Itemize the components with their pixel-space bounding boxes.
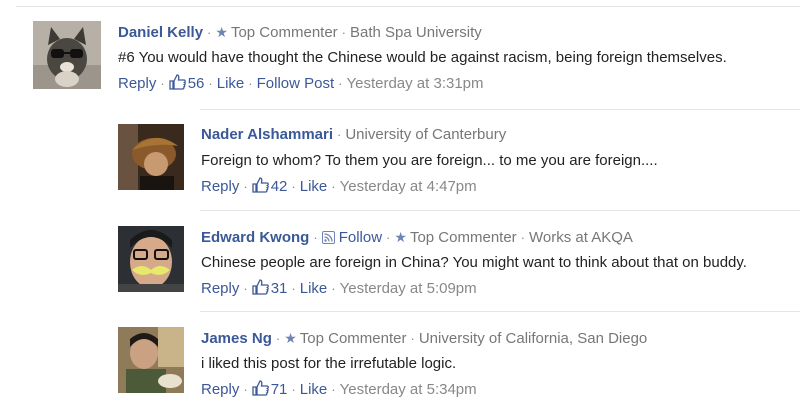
separator-dot: · bbox=[291, 281, 296, 296]
separator-dot: · bbox=[313, 230, 318, 245]
avatar[interactable] bbox=[118, 124, 184, 190]
thumbs-up-icon bbox=[169, 74, 186, 98]
like-link[interactable]: Like bbox=[300, 381, 328, 398]
affiliation[interactable]: University of California, San Diego bbox=[419, 330, 647, 347]
commenter-name[interactable]: Daniel Kelly bbox=[118, 24, 203, 41]
top-divider bbox=[16, 6, 800, 7]
rss-icon bbox=[321, 229, 335, 251]
comment-actions: Reply · 56 · Like · Follow Post · Yesterday at 3… bbox=[118, 72, 798, 96]
affiliation[interactable]: Works at AKQA bbox=[529, 229, 633, 246]
separator-dot: · bbox=[208, 76, 213, 91]
commenter-name[interactable]: Edward Kwong bbox=[201, 229, 309, 246]
commenter-name[interactable]: James Ng bbox=[201, 330, 272, 347]
separator-dot: · bbox=[275, 331, 281, 346]
separator-dot: · bbox=[291, 179, 296, 194]
separator-dot: · bbox=[160, 76, 165, 91]
like-count[interactable]: 71 bbox=[271, 381, 288, 398]
reply-link[interactable]: Reply bbox=[201, 178, 239, 195]
separator-dot: · bbox=[410, 331, 415, 346]
separator-dot: · bbox=[337, 127, 342, 142]
like-link[interactable]: Like bbox=[300, 178, 328, 195]
separator-dot: · bbox=[243, 179, 248, 194]
separator-dot: · bbox=[341, 25, 347, 40]
reply-link[interactable]: Reply bbox=[201, 381, 239, 398]
separator-dot: · bbox=[331, 281, 336, 296]
separator-dot: · bbox=[331, 382, 336, 397]
timestamp[interactable]: Yesterday at 4:47pm bbox=[340, 178, 477, 195]
timestamp[interactable]: Yesterday at 3:31pm bbox=[346, 75, 483, 92]
like-count[interactable]: 31 bbox=[271, 280, 288, 297]
separator-dot: · bbox=[331, 179, 336, 194]
comment-text: Chinese people are foreign in China? You… bbox=[201, 254, 747, 271]
star-icon: ★ bbox=[215, 24, 228, 40]
comment-daniel-kelly: Daniel Kelly · ★ Top Commenter · Bath Spa Uni… bbox=[33, 21, 800, 101]
divider bbox=[200, 109, 800, 110]
comment-edward-kwong: Edward Kwong · Follow · ★ Top Commenter · Works… bbox=[118, 226, 800, 301]
timestamp[interactable]: Yesterday at 5:34pm bbox=[340, 381, 477, 398]
follow-link[interactable]: Follow bbox=[339, 229, 382, 246]
divider bbox=[200, 311, 800, 312]
timestamp[interactable]: Yesterday at 5:09pm bbox=[340, 280, 477, 297]
separator-dot: · bbox=[386, 230, 391, 245]
comment-james-ng: James Ng · ★ Top Commenter · University of Ca… bbox=[118, 327, 800, 407]
avatar[interactable] bbox=[118, 226, 184, 292]
separator-dot: · bbox=[207, 25, 212, 40]
comment-actions: Reply · 42 · Like · Yesterday at 4:47pm bbox=[201, 175, 791, 199]
commenter-name[interactable]: Nader Alshammari bbox=[201, 126, 333, 143]
separator-dot: · bbox=[291, 382, 296, 397]
comment-header: James Ng · ★ Top Commenter · University of Ca… bbox=[201, 327, 791, 349]
comment-nader-alshammari: Nader Alshammari · University of Canterbur… bbox=[118, 124, 800, 199]
avatar[interactable] bbox=[118, 327, 184, 393]
top-commenter-badge: Top Commenter bbox=[230, 24, 338, 41]
comment-text: i liked this post for the irrefutable lo… bbox=[201, 355, 457, 372]
like-link[interactable]: Like bbox=[217, 75, 245, 92]
avatar[interactable] bbox=[33, 21, 101, 89]
comment-header: Nader Alshammari · University of Canterbur… bbox=[201, 124, 791, 146]
top-commenter-badge: Top Commenter bbox=[409, 229, 517, 246]
affiliation[interactable]: Bath Spa University bbox=[350, 24, 482, 41]
affiliation[interactable]: University of Canterbury bbox=[345, 126, 506, 143]
follow-post-link[interactable]: Follow Post bbox=[257, 75, 335, 92]
star-icon: ★ bbox=[394, 229, 407, 245]
star-icon: ★ bbox=[284, 330, 297, 346]
thumbs-up-icon bbox=[252, 380, 269, 404]
comment-actions: Reply · 71 · Like · Yesterday at 5:34pm bbox=[201, 378, 791, 402]
reply-link[interactable]: Reply bbox=[201, 280, 239, 297]
thumbs-up-icon bbox=[252, 279, 269, 303]
like-count[interactable]: 56 bbox=[188, 75, 205, 92]
separator-dot: · bbox=[248, 76, 253, 91]
comment-text: #6 You would have thought the Chinese wo… bbox=[118, 49, 727, 66]
separator-dot: · bbox=[243, 382, 248, 397]
comment-header: Daniel Kelly · ★ Top Commenter · Bath Spa Uni… bbox=[118, 21, 798, 43]
thumbs-up-icon bbox=[252, 177, 269, 201]
reply-link[interactable]: Reply bbox=[118, 75, 156, 92]
separator-dot: · bbox=[338, 76, 343, 91]
comment-text: Foreign to whom? To them you are foreign… bbox=[201, 152, 658, 169]
top-commenter-badge: Top Commenter bbox=[299, 330, 407, 347]
comment-actions: Reply · 31 · Like · Yesterday at 5:09pm bbox=[201, 277, 791, 301]
like-link[interactable]: Like bbox=[300, 280, 328, 297]
comment-header: Edward Kwong · Follow · ★ Top Commenter · Works… bbox=[201, 226, 791, 248]
divider bbox=[200, 210, 800, 211]
separator-dot: · bbox=[520, 230, 526, 245]
separator-dot: · bbox=[243, 281, 248, 296]
like-count[interactable]: 42 bbox=[271, 178, 288, 195]
